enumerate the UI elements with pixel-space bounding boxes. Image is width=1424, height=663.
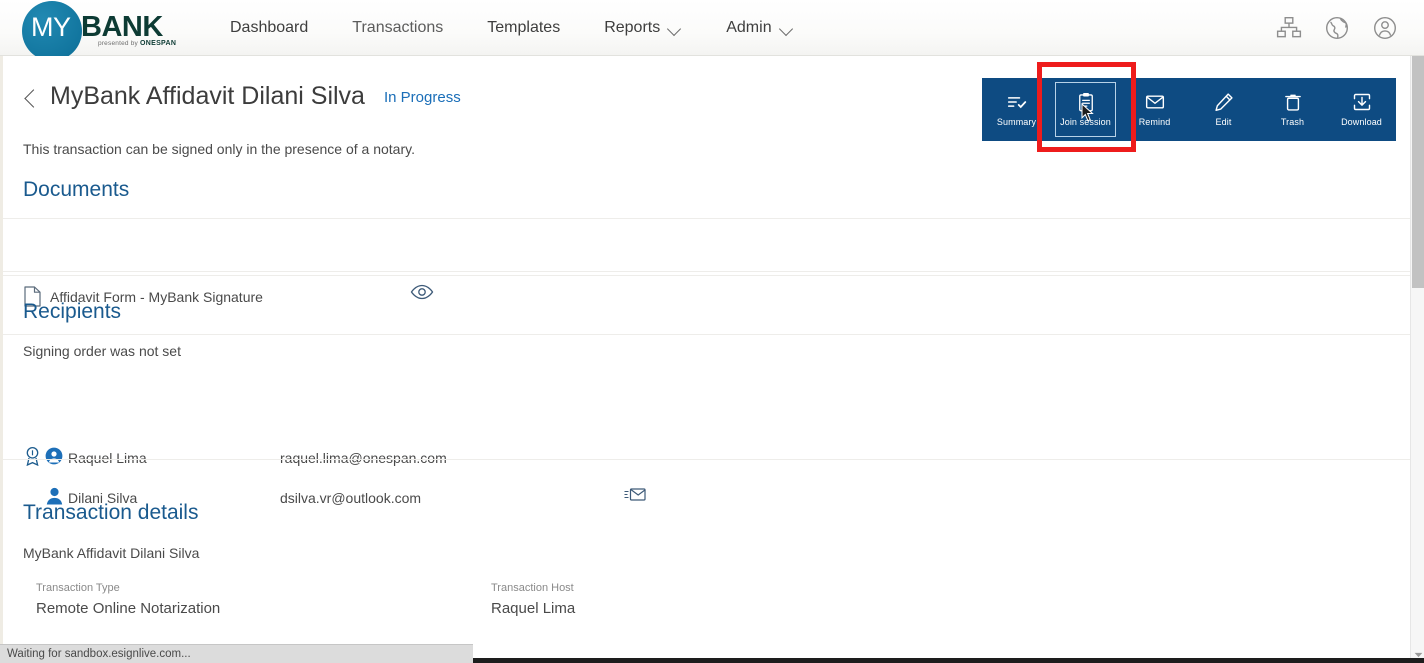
logo-tagline-prefix: presented by xyxy=(98,39,140,47)
toolbar-button-trash[interactable]: Trash xyxy=(1258,78,1327,141)
mybank-logo[interactable]: MY BANK presented by ONESPAN xyxy=(22,0,182,61)
logo-tagline-brand: ONESPAN xyxy=(140,39,177,47)
toolbar-button-summary[interactable]: Summary xyxy=(982,78,1051,141)
chevron-down-icon xyxy=(781,24,794,32)
primary-nav-items: Dashboard Transactions Templates Reports… xyxy=(208,0,816,56)
toolbar-button-label: Summary xyxy=(996,117,1037,127)
back-chevron-icon[interactable] xyxy=(24,88,40,110)
browser-viewport: MY BANK presented by ONESPAN Dashboard T… xyxy=(0,0,1424,663)
nav-item-reports[interactable]: Reports xyxy=(582,0,704,56)
toolbar-button-remind[interactable]: Remind xyxy=(1120,78,1189,141)
sitemap-icon[interactable] xyxy=(1276,15,1302,41)
scrollbar-thumb[interactable] xyxy=(1412,56,1424,288)
chevron-down-icon xyxy=(669,24,682,32)
toolbar-button-label: Trash xyxy=(1280,117,1305,127)
toolbar-button-label: Join session xyxy=(1060,117,1111,127)
page-left-edge xyxy=(0,56,3,663)
nav-right-icons xyxy=(1276,15,1398,41)
pencil-icon xyxy=(1214,92,1234,112)
globe-icon[interactable] xyxy=(1324,15,1350,41)
section-divider xyxy=(2,271,1410,272)
logo-text-my: MY xyxy=(31,11,71,42)
user-account-icon[interactable] xyxy=(1372,15,1398,41)
download-icon xyxy=(1352,92,1372,112)
toolbar-button-download[interactable]: Download xyxy=(1327,78,1396,141)
vertical-scrollbar[interactable] xyxy=(1410,56,1424,663)
nav-item-label: Transactions xyxy=(352,18,444,36)
section-divider xyxy=(2,334,1410,335)
transaction-name: MyBank Affidavit Dilani Silva xyxy=(23,545,200,561)
section-divider xyxy=(2,218,1410,219)
page-title: MyBank Affidavit Dilani Silva xyxy=(50,82,365,110)
notary-seal-icon xyxy=(24,446,41,467)
recipient-email: raquel.lima@onespan.com xyxy=(280,450,447,466)
nav-item-templates[interactable]: Templates xyxy=(465,0,582,56)
recipients-heading: Recipients xyxy=(23,300,122,323)
documents-heading: Documents xyxy=(23,178,130,201)
notary-note-text: This transaction can be signed only in t… xyxy=(23,141,415,157)
top-navigation-bar: MY BANK presented by ONESPAN Dashboard T… xyxy=(0,0,1424,61)
envelope-icon xyxy=(1145,92,1165,112)
toolbar-button-label: Download xyxy=(1341,117,1382,127)
avatar-circle-icon xyxy=(45,447,63,465)
nav-item-transactions[interactable]: Transactions xyxy=(330,0,465,56)
status-bar-message: Waiting for sandbox.esignlive.com... xyxy=(7,648,191,660)
toolbar-button-label: Edit xyxy=(1215,117,1232,127)
section-divider xyxy=(2,275,1410,276)
nav-item-label: Admin xyxy=(726,18,772,36)
section-divider xyxy=(2,459,1410,460)
transaction-actions-toolbar: Summary Join session Remind Edit Trash D… xyxy=(982,78,1396,141)
recipient-email: dsilva.vr@outlook.com xyxy=(280,490,422,506)
trash-icon xyxy=(1283,92,1303,112)
toolbar-button-edit[interactable]: Edit xyxy=(1189,78,1258,141)
nav-item-admin[interactable]: Admin xyxy=(704,0,815,56)
toolbar-button-join-session[interactable]: Join session xyxy=(1051,78,1120,141)
transaction-type-value: Remote Online Notarization xyxy=(36,600,221,617)
clipboard-icon xyxy=(1076,92,1096,112)
nav-item-label: Templates xyxy=(487,18,561,36)
toolbar-button-label: Remind xyxy=(1138,117,1171,127)
browser-status-bar: Waiting for sandbox.esignlive.com... xyxy=(0,644,473,663)
summary-list-check-icon xyxy=(1007,92,1027,112)
transaction-details-heading: Transaction details xyxy=(23,501,199,524)
transaction-host-label: Transaction Host xyxy=(491,582,574,594)
logo-tagline: presented by ONESPAN xyxy=(98,40,176,47)
transaction-type-label: Transaction Type xyxy=(36,582,120,594)
transaction-detail-page: MyBank Affidavit Dilani Silva In Progres… xyxy=(0,56,1410,639)
signing-order-note: Signing order was not set xyxy=(23,343,181,359)
status-badge[interactable]: In Progress xyxy=(384,89,461,106)
transaction-host-value: Raquel Lima xyxy=(491,600,576,617)
nav-item-dashboard[interactable]: Dashboard xyxy=(208,0,330,56)
nav-item-label: Reports xyxy=(604,18,661,36)
recipient-name: Raquel Lima xyxy=(68,450,147,466)
eye-icon[interactable] xyxy=(410,283,434,301)
send-email-icon[interactable] xyxy=(624,486,646,503)
nav-item-label: Dashboard xyxy=(230,18,309,36)
